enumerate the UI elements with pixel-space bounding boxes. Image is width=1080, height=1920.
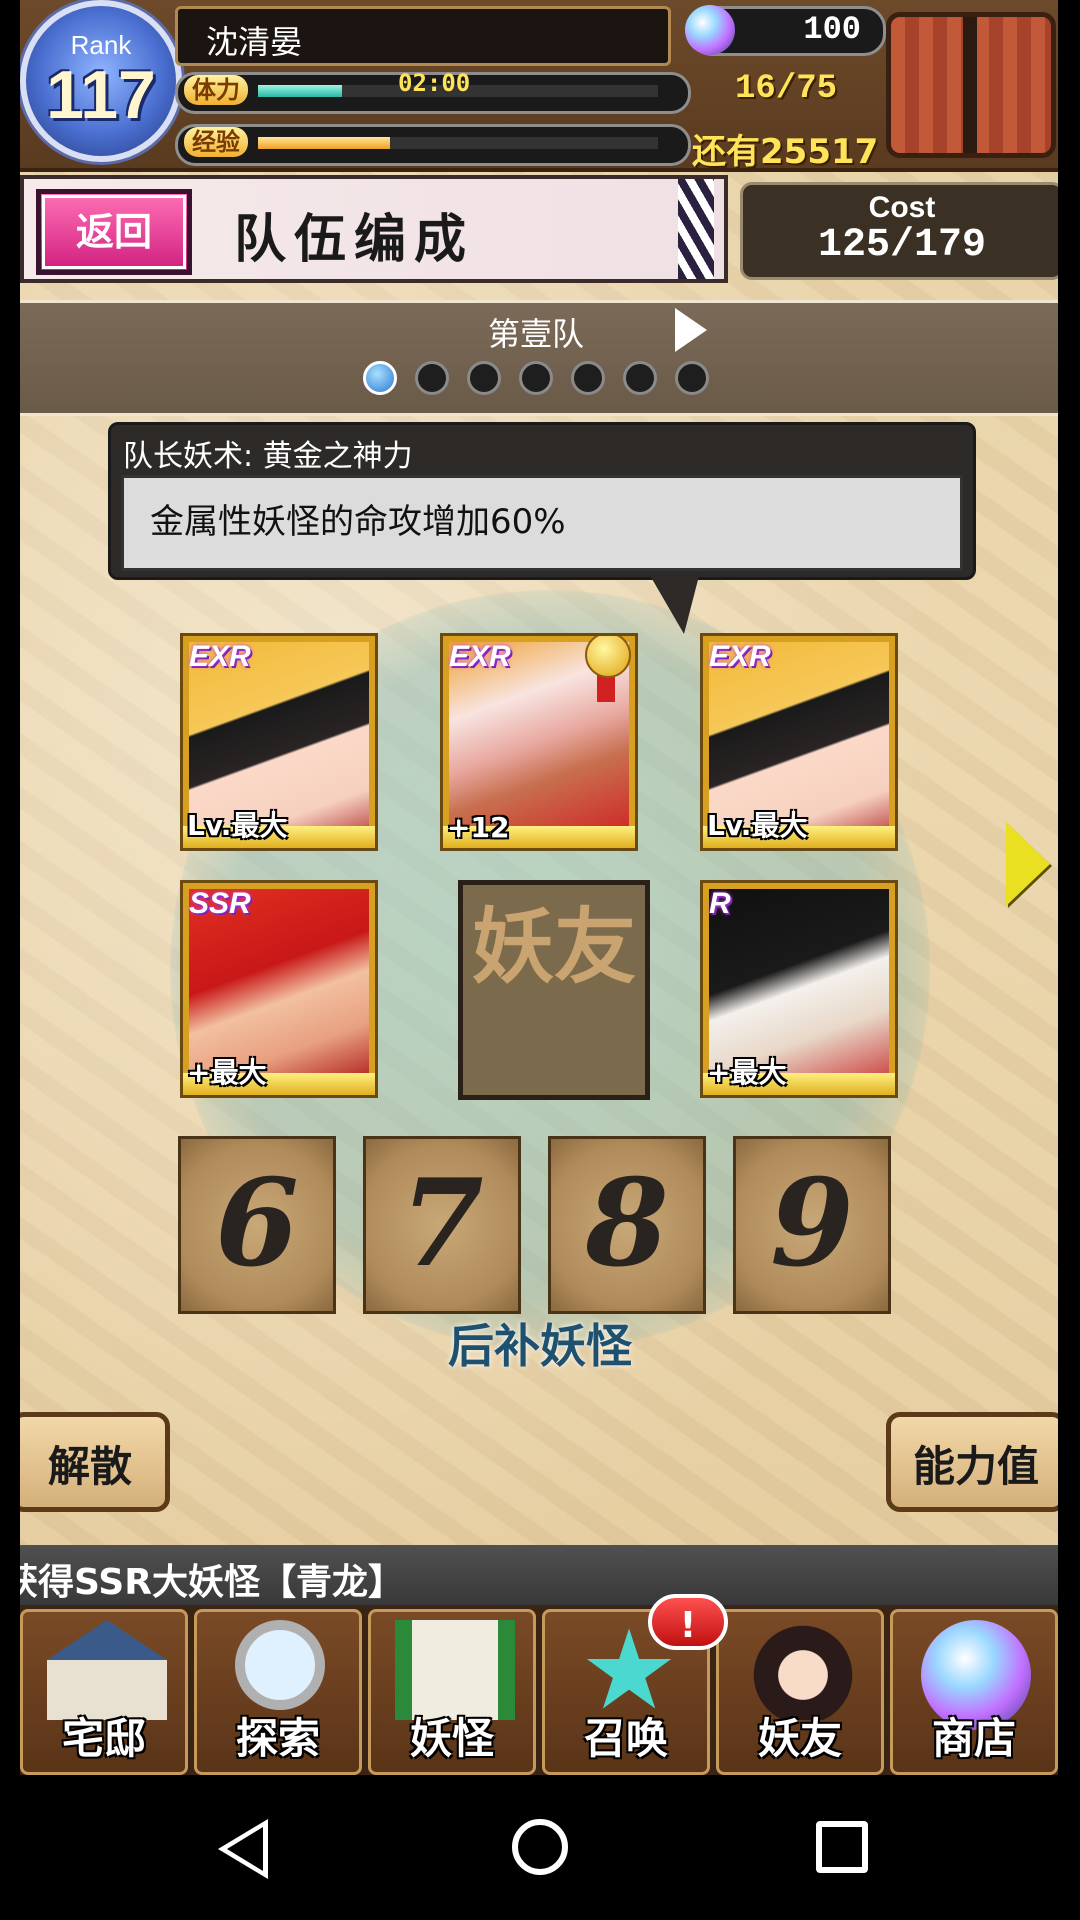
team-page-dots bbox=[363, 361, 709, 395]
cost-box: Cost 125/179 bbox=[740, 182, 1058, 280]
gem-count: 100 bbox=[803, 11, 861, 48]
member-card-1[interactable]: EXR Lv.最大 bbox=[180, 633, 378, 851]
nav-label: 宅邸 bbox=[61, 1714, 146, 1763]
gift-chest-icon[interactable] bbox=[886, 12, 1056, 158]
back-nav-icon[interactable] bbox=[218, 1819, 268, 1879]
reserve-slot-8[interactable]: 8 bbox=[548, 1136, 706, 1314]
nav-item-shop[interactable]: 商店 bbox=[890, 1609, 1058, 1775]
nav-item-youkai[interactable]: 妖怪 bbox=[368, 1609, 536, 1775]
back-button[interactable]: 返回 bbox=[36, 189, 192, 275]
team-selector: 第壹队 bbox=[20, 300, 1058, 416]
leader-medal-icon bbox=[585, 636, 631, 678]
team-page-dot-1[interactable] bbox=[363, 361, 397, 395]
page-title: 队伍编成 bbox=[234, 210, 475, 270]
disband-button[interactable]: 解散 bbox=[20, 1412, 170, 1512]
stamina-fill bbox=[258, 85, 342, 97]
nav-label: 妖友 bbox=[757, 1714, 842, 1763]
team-page-dot-4[interactable] bbox=[519, 361, 553, 395]
member-card-2-leader[interactable]: EXR +12 bbox=[440, 633, 638, 851]
reserve-slot-6[interactable]: 6 bbox=[178, 1136, 336, 1314]
exp-remaining: 还有25517 bbox=[692, 132, 879, 172]
leader-skill-box: 队长妖术: 黄金之神力 金属性妖怪的命攻增加60% bbox=[108, 422, 976, 580]
reserve-slot-7[interactable]: 7 bbox=[363, 1136, 521, 1314]
friend-slot-label: 妖友 bbox=[471, 899, 636, 995]
nav-item-explore[interactable]: 探索 bbox=[194, 1609, 362, 1775]
team-page-dot-6[interactable] bbox=[623, 361, 657, 395]
stats-button[interactable]: 能力值 bbox=[886, 1412, 1058, 1512]
rank-value: 117 bbox=[46, 57, 156, 133]
reserve-slot-number: 8 bbox=[585, 1153, 669, 1294]
exp-track bbox=[258, 137, 658, 149]
rarity-badge: EXR bbox=[709, 640, 771, 673]
team-page-dot-7[interactable] bbox=[675, 361, 709, 395]
exp-bar: 经验 bbox=[175, 124, 691, 166]
exp-label: 经验 bbox=[184, 127, 248, 157]
ticker-text: 获得SSR大妖怪【青龙】 bbox=[20, 1562, 404, 1603]
next-page-arrow-icon[interactable] bbox=[1006, 822, 1050, 906]
card-level: +12 bbox=[447, 811, 510, 844]
card-level: +最大 bbox=[707, 1056, 787, 1089]
nav-item-friends[interactable]: 妖友 bbox=[716, 1609, 884, 1775]
status-header: Rank 117 沈清晏 体力 02:00 经验 100 16/75 还有255… bbox=[20, 0, 1058, 172]
recents-nav-icon[interactable] bbox=[816, 1821, 868, 1873]
game-screen: Rank 117 沈清晏 体力 02:00 经验 100 16/75 还有255… bbox=[20, 0, 1058, 1775]
stamina-label: 体力 bbox=[184, 75, 248, 105]
rarity-badge: R bbox=[709, 887, 731, 920]
title-decoration bbox=[678, 179, 714, 279]
player-name: 沈清晏 bbox=[206, 23, 303, 61]
reserve-slot-number: 6 bbox=[215, 1153, 299, 1294]
player-name-box: 沈清晏 bbox=[175, 6, 671, 66]
team-page-dot-3[interactable] bbox=[467, 361, 501, 395]
nav-item-mansion[interactable]: 宅邸 bbox=[20, 1609, 188, 1775]
home-nav-icon[interactable] bbox=[512, 1819, 568, 1875]
gem-counter[interactable]: 100 bbox=[685, 5, 886, 56]
next-team-arrow-icon[interactable] bbox=[675, 308, 707, 352]
team-page-dot-5[interactable] bbox=[571, 361, 605, 395]
nav-label: 探索 bbox=[235, 1714, 320, 1763]
reserve-slot-number: 7 bbox=[400, 1153, 484, 1294]
rarity-badge: EXR bbox=[189, 640, 251, 673]
card-level: Lv.最大 bbox=[707, 809, 808, 842]
rank-badge[interactable]: Rank 117 bbox=[20, 0, 182, 162]
stamina-bar: 体力 02:00 bbox=[175, 69, 691, 114]
card-level: +最大 bbox=[187, 1056, 267, 1089]
nav-label: 商店 bbox=[931, 1714, 1016, 1763]
bottom-nav: 宅邸 探索 妖怪 ★ 召唤 妖友 商店 bbox=[20, 1605, 1058, 1775]
rarity-badge: SSR bbox=[189, 887, 251, 920]
magnifier-icon bbox=[235, 1620, 325, 1710]
cost-value: 125/179 bbox=[817, 223, 987, 268]
leader-skill-description: 金属性妖怪的命攻增加60% bbox=[150, 502, 566, 542]
team-page-dot-2[interactable] bbox=[415, 361, 449, 395]
reserve-slot-9[interactable]: 9 bbox=[733, 1136, 891, 1314]
title-bar: 返回 队伍编成 bbox=[20, 175, 728, 283]
reserve-slot-number: 9 bbox=[770, 1153, 854, 1294]
exp-fill bbox=[258, 137, 390, 149]
nav-label: 召唤 bbox=[583, 1714, 668, 1763]
cost-label: Cost bbox=[868, 191, 936, 224]
crystal-orb-icon bbox=[685, 5, 735, 55]
summon-notification-badge: ! bbox=[648, 1594, 728, 1650]
member-card-4[interactable]: SSR +最大 bbox=[180, 880, 378, 1098]
stamina-count: 16/75 bbox=[735, 70, 838, 108]
member-card-3[interactable]: EXR Lv.最大 bbox=[700, 633, 898, 851]
android-nav-bar bbox=[0, 1775, 1080, 1920]
reserve-label: 后补妖怪 bbox=[448, 1319, 632, 1373]
team-name: 第壹队 bbox=[488, 315, 585, 353]
leader-skill-title: 队长妖术: 黄金之神力 bbox=[123, 439, 413, 474]
member-card-6[interactable]: R +最大 bbox=[700, 880, 898, 1098]
friend-slot[interactable]: 妖友 bbox=[458, 880, 650, 1100]
leader-skill-desc-box: 金属性妖怪的命攻增加60% bbox=[121, 475, 963, 571]
news-ticker: 获得SSR大妖怪【青龙】 bbox=[20, 1545, 1058, 1607]
speech-bubble-tail bbox=[648, 572, 700, 634]
stamina-timer: 02:00 bbox=[398, 69, 471, 97]
nav-label: 妖怪 bbox=[409, 1714, 494, 1763]
rarity-badge: EXR bbox=[449, 640, 511, 673]
card-level: Lv.最大 bbox=[187, 809, 288, 842]
